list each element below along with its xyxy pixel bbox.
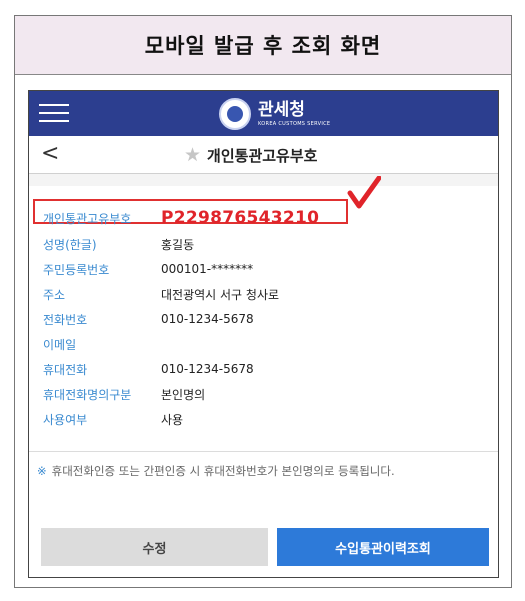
field-value: 대전광역시 서구 청사로 — [161, 287, 280, 302]
field-row-address: 주소 대전광역시 서구 청사로 — [29, 283, 498, 305]
field-value: 홍길동 — [161, 237, 195, 252]
field-value: 000101-******* — [161, 262, 254, 276]
field-label: 성명(한글) — [43, 237, 97, 252]
field-row-phone: 전화번호 010-1234-5678 — [29, 308, 498, 330]
brand-name-english: KOREA CUSTOMS SERVICE — [258, 120, 331, 127]
field-label: 개인통관고유부호 — [43, 211, 132, 226]
field-value: 사용 — [161, 412, 184, 427]
field-label: 사용여부 — [43, 412, 88, 427]
field-row-customs-code: 개인통관고유부호 P229876543210 — [29, 207, 498, 229]
field-label: 이메일 — [43, 337, 77, 352]
mobile-screen: 관세청 KOREA CUSTOMS SERVICE < ★ 개인통관고유부호 개… — [28, 90, 499, 578]
field-value: 010-1234-5678 — [161, 362, 254, 376]
section-gap — [29, 174, 498, 186]
field-row-name: 성명(한글) 홍길동 — [29, 233, 498, 255]
import-history-button[interactable]: 수입통관이력조회 — [277, 528, 489, 566]
back-chevron-icon[interactable]: < — [41, 141, 59, 166]
brand-logo[interactable]: 관세청 KOREA CUSTOMS SERVICE — [219, 97, 330, 131]
field-row-mobile: 휴대전화 010-1234-5678 — [29, 358, 498, 380]
notice-text: ※ 휴대전화인증 또는 간편인증 시 휴대전화번호가 본인명의로 등록됩니다. — [37, 461, 492, 482]
field-label: 전화번호 — [43, 312, 88, 327]
app-header: 관세청 KOREA CUSTOMS SERVICE — [29, 91, 498, 136]
notice-body: 휴대전화인증 또는 간편인증 시 휴대전화번호가 본인명의로 등록됩니다. — [51, 464, 395, 478]
page-subheader: < ★ 개인통관고유부호 — [29, 136, 498, 174]
edit-button[interactable]: 수정 — [41, 528, 268, 566]
notice-mark: ※ — [37, 464, 47, 478]
figure-frame: 모바일 발급 후 조회 화면 관세청 KOREA CUSTOMS SERVICE… — [14, 15, 512, 588]
figure-caption: 모바일 발급 후 조회 화면 — [15, 16, 511, 75]
field-row-resident-number: 주민등록번호 000101-******* — [29, 258, 498, 280]
field-label: 주민등록번호 — [43, 262, 110, 277]
field-row-mobile-owner: 휴대전화명의구분 본인명의 — [29, 383, 498, 405]
field-value: 010-1234-5678 — [161, 312, 254, 326]
star-icon[interactable]: ★ — [184, 144, 201, 166]
customs-code-value: P229876543210 — [161, 208, 320, 228]
field-value: 본인명의 — [161, 387, 206, 402]
page-title: 개인통관고유부호 — [207, 146, 318, 165]
field-label: 휴대전화 — [43, 362, 88, 377]
divider — [29, 451, 498, 452]
brand-name: 관세청 — [258, 99, 305, 120]
customs-emblem-icon — [219, 98, 251, 130]
field-label: 주소 — [43, 287, 66, 302]
menu-icon[interactable] — [39, 102, 69, 124]
field-row-usage: 사용여부 사용 — [29, 408, 498, 430]
field-row-email: 이메일 — [29, 333, 498, 355]
field-label: 휴대전화명의구분 — [43, 387, 132, 402]
checkmark-icon — [347, 176, 381, 209]
